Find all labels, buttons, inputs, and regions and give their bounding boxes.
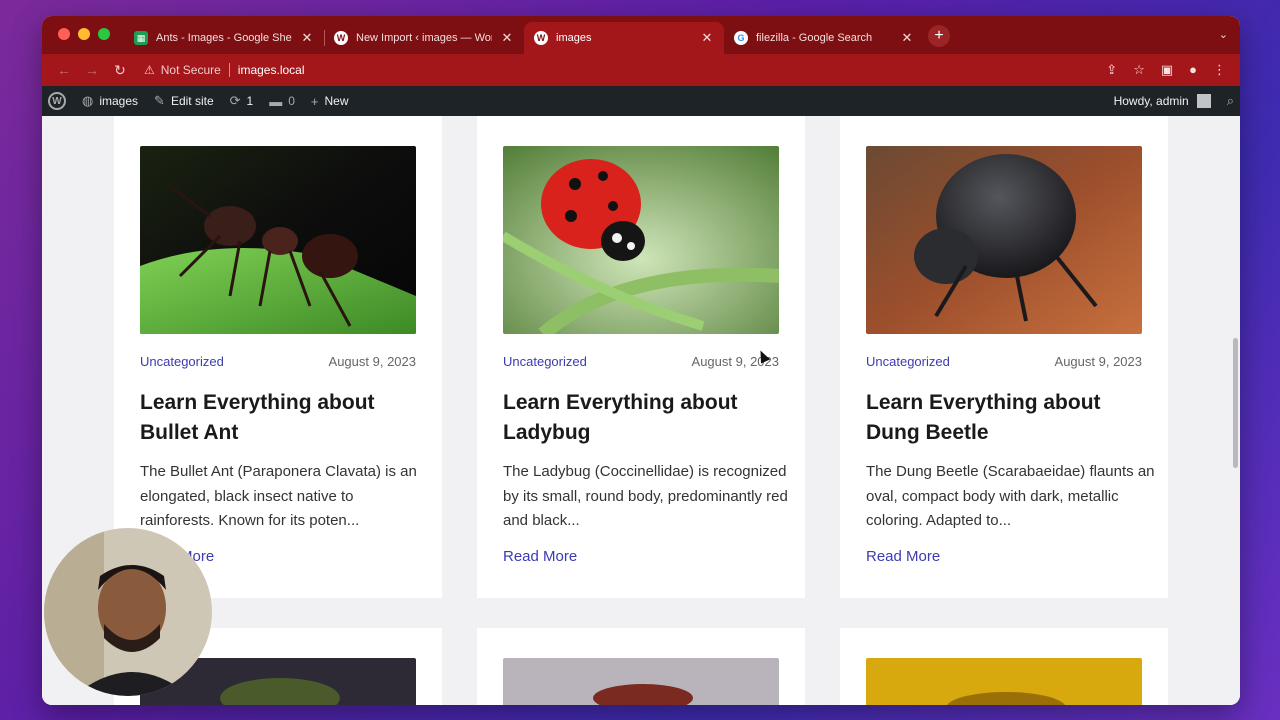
category-link[interactable]: Uncategorized <box>866 354 950 369</box>
post-excerpt: The Dung Beetle (Scarabaeidae) flaunts a… <box>866 463 1155 529</box>
read-more-link[interactable]: Read More <box>503 548 577 565</box>
post-title[interactable]: Learn Everything about Bullet Ant <box>140 388 416 448</box>
avatar[interactable] <box>1196 94 1211 108</box>
browser-toolbar: ← → ↻ ⚠ Not Secure images.local ⇪ ☆ ▣ ● … <box>42 54 1240 86</box>
category-link[interactable]: Uncategorized <box>140 354 224 369</box>
tab-images[interactable]: W images ✕ <box>524 22 724 54</box>
tab-wordpress-import[interactable]: W New Import ‹ images — WordPress ✕ <box>324 22 524 54</box>
close-window-button[interactable] <box>58 28 70 40</box>
post-thumbnail-dung-beetle[interactable] <box>866 146 1142 334</box>
webcam-overlay <box>44 528 212 696</box>
post-thumbnail-ladybug[interactable] <box>503 146 779 334</box>
post-card <box>840 628 1168 705</box>
tab-title: images <box>556 32 592 44</box>
post-date: August 9, 2023 <box>328 354 416 369</box>
tab-google-search[interactable]: G filezilla - Google Search ✕ <box>724 22 924 54</box>
close-tab-icon[interactable]: ✕ <box>900 30 914 46</box>
post-thumbnail[interactable] <box>503 658 779 705</box>
window-controls <box>58 28 110 40</box>
edit-site-link[interactable]: ✎ Edit site <box>154 93 214 109</box>
updates-link[interactable]: ⟳ 1 <box>230 93 254 109</box>
comments-count: 0 <box>288 94 295 108</box>
tab-title: filezilla - Google Search <box>756 32 873 44</box>
updates-icon: ⟳ <box>229 93 241 108</box>
address-bar[interactable]: ⚠ Not Secure images.local <box>144 63 1106 77</box>
close-tab-icon[interactable]: ✕ <box>300 30 314 46</box>
new-content-link[interactable]: + New <box>311 94 349 109</box>
post-thumbnail[interactable] <box>866 658 1142 705</box>
updates-count: 1 <box>246 94 254 108</box>
security-label: Not Secure <box>160 63 221 77</box>
forward-arrow-icon[interactable]: → <box>78 62 106 78</box>
share-icon[interactable]: ⇪ <box>1106 62 1117 78</box>
post-card: Uncategorized August 9, 2023 Learn Every… <box>840 116 1168 598</box>
tab-search-chevron-icon[interactable]: ⌄ <box>1219 28 1228 41</box>
post-meta: Uncategorized August 9, 2023 <box>503 354 779 369</box>
sheets-icon: ▦ <box>134 31 148 45</box>
browser-window: ▦ Ants - Images - Google Sheets ✕ W New … <box>42 16 1240 705</box>
new-tab-button[interactable]: + <box>928 25 950 47</box>
close-tab-icon[interactable]: ✕ <box>700 30 714 46</box>
post-title[interactable]: Learn Everything about Dung Beetle <box>866 388 1142 448</box>
comments-link[interactable]: ▬ 0 <box>269 94 295 109</box>
post-card: Uncategorized August 9, 2023 Learn Every… <box>114 116 442 598</box>
site-name-link[interactable]: ◍ images <box>82 93 138 109</box>
post-meta: Uncategorized August 9, 2023 <box>866 354 1142 369</box>
wordpress-icon: W <box>334 31 348 45</box>
more-menu-icon[interactable]: ⋮ <box>1213 62 1226 78</box>
wp-logo-button[interactable]: W <box>48 92 66 110</box>
plus-icon: + <box>310 93 319 109</box>
side-panel-icon[interactable]: ▣ <box>1161 62 1173 78</box>
post-excerpt: The Bullet Ant (Paraponera Clavata) is a… <box>140 463 417 529</box>
wordpress-logo-icon: W <box>48 92 66 110</box>
category-link[interactable]: Uncategorized <box>503 354 587 369</box>
comment-icon: ▬ <box>269 93 283 109</box>
palette-icon: ◍ <box>82 93 94 108</box>
search-icon[interactable]: ⌕ <box>1227 93 1234 109</box>
page-content: Uncategorized August 9, 2023 Learn Every… <box>42 116 1240 705</box>
back-arrow-icon[interactable]: ← <box>50 62 78 78</box>
post-title[interactable]: Learn Everything about Ladybug <box>503 388 779 448</box>
new-label: New <box>324 94 349 108</box>
tab-sheets[interactable]: ▦ Ants - Images - Google Sheets ✕ <box>124 22 324 54</box>
close-tab-icon[interactable]: ✕ <box>500 30 514 46</box>
omnibox-divider <box>228 63 230 77</box>
howdy-user-link[interactable]: Howdy, admin <box>1114 94 1189 108</box>
read-more-link[interactable]: Read More <box>866 548 940 565</box>
wp-admin-bar: W ◍ images ✎ Edit site ⟳ 1 ▬ 0 + New How… <box>42 86 1240 116</box>
post-date: August 9, 2023 <box>1054 354 1142 369</box>
minimize-window-button[interactable] <box>78 28 90 40</box>
post-card <box>477 628 805 705</box>
warning-icon: ⚠ <box>144 63 155 77</box>
post-thumbnail-bullet-ant[interactable] <box>140 146 416 334</box>
url-text: images.local <box>237 63 305 77</box>
site-name-label: images <box>99 94 139 108</box>
bookmark-star-icon[interactable]: ☆ <box>1133 62 1145 78</box>
reload-icon[interactable]: ↻ <box>106 62 134 79</box>
post-card: Uncategorized August 9, 2023 Learn Every… <box>477 116 805 598</box>
tab-title: New Import ‹ images — WordPress <box>356 32 492 44</box>
pencil-icon: ✎ <box>154 93 165 108</box>
wordpress-icon: W <box>534 31 548 45</box>
profile-icon[interactable]: ● <box>1189 62 1197 78</box>
page-scrollbar[interactable] <box>1233 338 1238 468</box>
post-meta: Uncategorized August 9, 2023 <box>140 354 416 369</box>
edit-site-label: Edit site <box>170 94 214 108</box>
google-icon: G <box>734 31 748 45</box>
tab-title: Ants - Images - Google Sheets <box>156 32 292 44</box>
tab-strip: ▦ Ants - Images - Google Sheets ✕ W New … <box>42 16 1240 54</box>
maximize-window-button[interactable] <box>98 28 110 40</box>
post-excerpt: The Ladybug (Coccinellidae) is recognize… <box>503 463 788 529</box>
